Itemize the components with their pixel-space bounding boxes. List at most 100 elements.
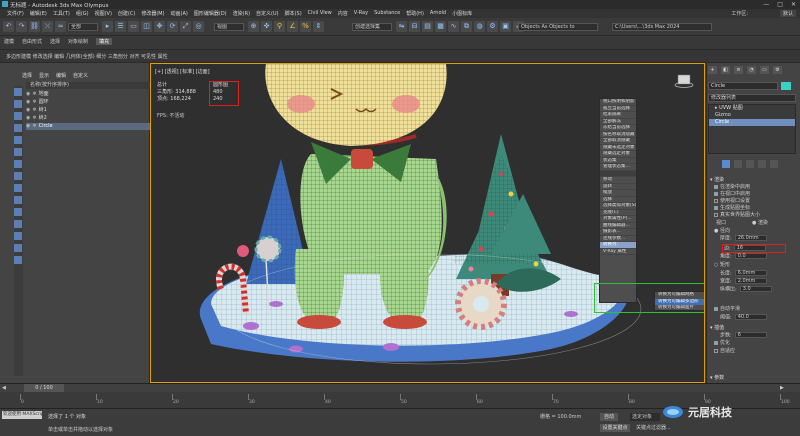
rect-select-icon[interactable]: ▭	[128, 21, 139, 32]
undo-icon[interactable]: ↶	[3, 21, 14, 32]
rotate-icon[interactable]: ⟳	[167, 21, 178, 32]
render-option[interactable]: 生成贴图坐标	[714, 205, 750, 212]
command-panel-tab[interactable]: ▭	[760, 66, 769, 74]
named-selection-dropdown[interactable]: 创建选择集	[352, 23, 392, 31]
render-rollout-header[interactable]: ▾ 渲染	[710, 176, 724, 183]
move-icon[interactable]: ✥	[154, 21, 165, 32]
quad-menu-item[interactable]: V-Ray 属性	[600, 249, 636, 255]
checkbox[interactable]	[714, 340, 718, 345]
close-button[interactable]: ✕	[791, 1, 796, 8]
viewcube-icon[interactable]	[674, 74, 694, 88]
scale-icon[interactable]: ⤢	[180, 21, 191, 32]
scene-row[interactable]: ◉ ❄ Circle	[26, 123, 150, 130]
modifier-stack-item[interactable]: ▸ UVW 贴图	[709, 105, 795, 112]
pin-stack-icon[interactable]	[722, 160, 730, 168]
render-setup-icon[interactable]: ⚙	[487, 21, 498, 32]
angle-snap-icon[interactable]: ∠	[287, 21, 298, 32]
key-filters-button[interactable]: 关键点过滤器...	[636, 424, 671, 431]
checkbox[interactable]	[714, 205, 718, 210]
thickness-field[interactable]: 厚度: 26.0mm	[720, 235, 767, 243]
render-option[interactable]: 真实世界贴图大小	[714, 212, 760, 219]
checkbox[interactable]	[714, 306, 718, 311]
make-unique-icon[interactable]	[746, 160, 754, 168]
window-crossing-icon[interactable]: ◫	[141, 21, 152, 32]
steps-field[interactable]: 步数: 6	[720, 332, 767, 340]
filter-none-icon[interactable]	[14, 244, 22, 252]
visibility-eye-icon[interactable]: ◉	[26, 115, 30, 121]
object-color-swatch[interactable]	[781, 82, 791, 90]
checkbox[interactable]	[714, 198, 718, 203]
filter-lights-icon[interactable]	[14, 112, 22, 120]
menu-item[interactable]: 工具(T)	[50, 10, 73, 17]
reference-coord-dropdown[interactable]: 视图	[214, 23, 244, 31]
filter-containers-icon[interactable]	[14, 196, 22, 204]
object-name-field[interactable]: Circle	[708, 82, 778, 90]
length-field[interactable]: 长度: 6.0mm	[720, 270, 767, 278]
parameters-rollout-header[interactable]: ▾ 参数	[710, 374, 724, 381]
project-path-field[interactable]: C:\Users\…\3ds Max 2024	[612, 23, 712, 31]
menu-item[interactable]: 图形编辑器(D)	[191, 10, 230, 17]
frame-counter[interactable]: 0 / 100	[24, 384, 64, 392]
ribbon-tab[interactable]: 选择	[50, 38, 60, 45]
spinner-field[interactable]: 6	[734, 332, 767, 338]
unlink-icon[interactable]: ⤬	[42, 21, 53, 32]
menu-item[interactable]: V-Ray	[351, 10, 371, 17]
ribbon-tab[interactable]: 对象绘制	[68, 38, 88, 45]
bind-spacewarp-icon[interactable]: ≈	[55, 21, 66, 32]
perspective-viewport[interactable]: [+] [透视] [标准] [边面] 总计 三角形: 314,888 顶点: 1…	[150, 63, 705, 383]
select-by-name-icon[interactable]: ☰	[115, 21, 126, 32]
command-panel-tab[interactable]: ⚙	[773, 66, 782, 74]
spinner-field[interactable]: 6.0mm	[734, 270, 767, 276]
menu-item[interactable]: 修改器(M)	[138, 10, 167, 17]
visibility-eye-icon[interactable]: ◉	[26, 123, 30, 129]
menu-item[interactable]: Civil View	[305, 10, 335, 17]
filter-hidden-icon[interactable]	[14, 220, 22, 228]
freeze-icon[interactable]: ❄	[32, 107, 36, 113]
scene-explorer-tab[interactable]: 选择	[22, 72, 32, 79]
menu-item[interactable]: 帮助(H)	[403, 10, 427, 17]
menu-item[interactable]: 组(G)	[73, 10, 92, 17]
ribbon-tab[interactable]: 自由形式	[22, 38, 42, 45]
maxscript-listener[interactable]: 欢迎使用 MAXScript。	[2, 411, 42, 419]
menu-item[interactable]: 内容	[335, 10, 351, 17]
filter-groups-icon[interactable]	[14, 160, 22, 168]
curve-editor-icon[interactable]: ∿	[448, 21, 459, 32]
menu-item[interactable]: Arnold	[427, 10, 449, 17]
setkey-button[interactable]: 设置关键点	[600, 424, 630, 432]
menu-item[interactable]: 编辑(E)	[27, 10, 50, 17]
filter-geometry-icon[interactable]	[14, 88, 22, 96]
render-option[interactable]: 在视口中启用	[714, 191, 750, 198]
selection-filter-dropdown[interactable]: 全部	[68, 23, 98, 31]
menu-item[interactable]: 自定义(U)	[253, 10, 282, 17]
search-box[interactable]: Objects As Objects to	[518, 23, 598, 31]
spinner-snap-icon[interactable]: ⇕	[313, 21, 324, 32]
checkbox[interactable]	[714, 348, 718, 353]
visibility-eye-icon[interactable]: ◉	[26, 99, 30, 105]
filter-spacewarps-icon[interactable]	[14, 148, 22, 156]
freeze-icon[interactable]: ❄	[32, 123, 36, 129]
autokey-button[interactable]: 自动	[600, 413, 618, 421]
menu-item[interactable]: 创建(C)	[115, 10, 138, 17]
viewport-radio[interactable]: 视口	[716, 220, 726, 227]
filter-invert-icon[interactable]	[14, 256, 22, 264]
configure-sets-icon[interactable]	[770, 160, 778, 168]
checkbox[interactable]	[714, 212, 718, 217]
filter-shapes-icon[interactable]	[14, 100, 22, 108]
filter-all-icon[interactable]	[14, 232, 22, 240]
modifier-stack-item[interactable]: Circle	[709, 119, 795, 126]
percent-snap-icon[interactable]: %	[300, 21, 311, 32]
scene-explorer-tab[interactable]: 编辑	[56, 72, 66, 79]
render-frame-icon[interactable]: ▣	[500, 21, 511, 32]
redo-icon[interactable]: ↷	[16, 21, 27, 32]
schematic-view-icon[interactable]: ⧉	[461, 21, 472, 32]
viewport-label-menu[interactable]: [+] [透视] [标准] [边面]	[155, 68, 210, 75]
spinner-field[interactable]: 3.0	[739, 286, 772, 292]
select-object-icon[interactable]: ▸	[102, 21, 113, 32]
ribbon-subtools[interactable]: 多边形建模 修改选择 编辑 几何体(全部) 细分 三角剖分 对齐 可见性 属性	[6, 53, 168, 60]
checkbox[interactable]	[714, 184, 718, 189]
aspect-field[interactable]: 纵横比: 3.0	[720, 286, 772, 294]
command-panel-tab[interactable]: +	[708, 66, 717, 74]
filter-cameras-icon[interactable]	[14, 124, 22, 132]
filter-frozen-icon[interactable]	[14, 208, 22, 216]
scene-row[interactable]: ◉ ❄ 地面	[26, 91, 150, 98]
